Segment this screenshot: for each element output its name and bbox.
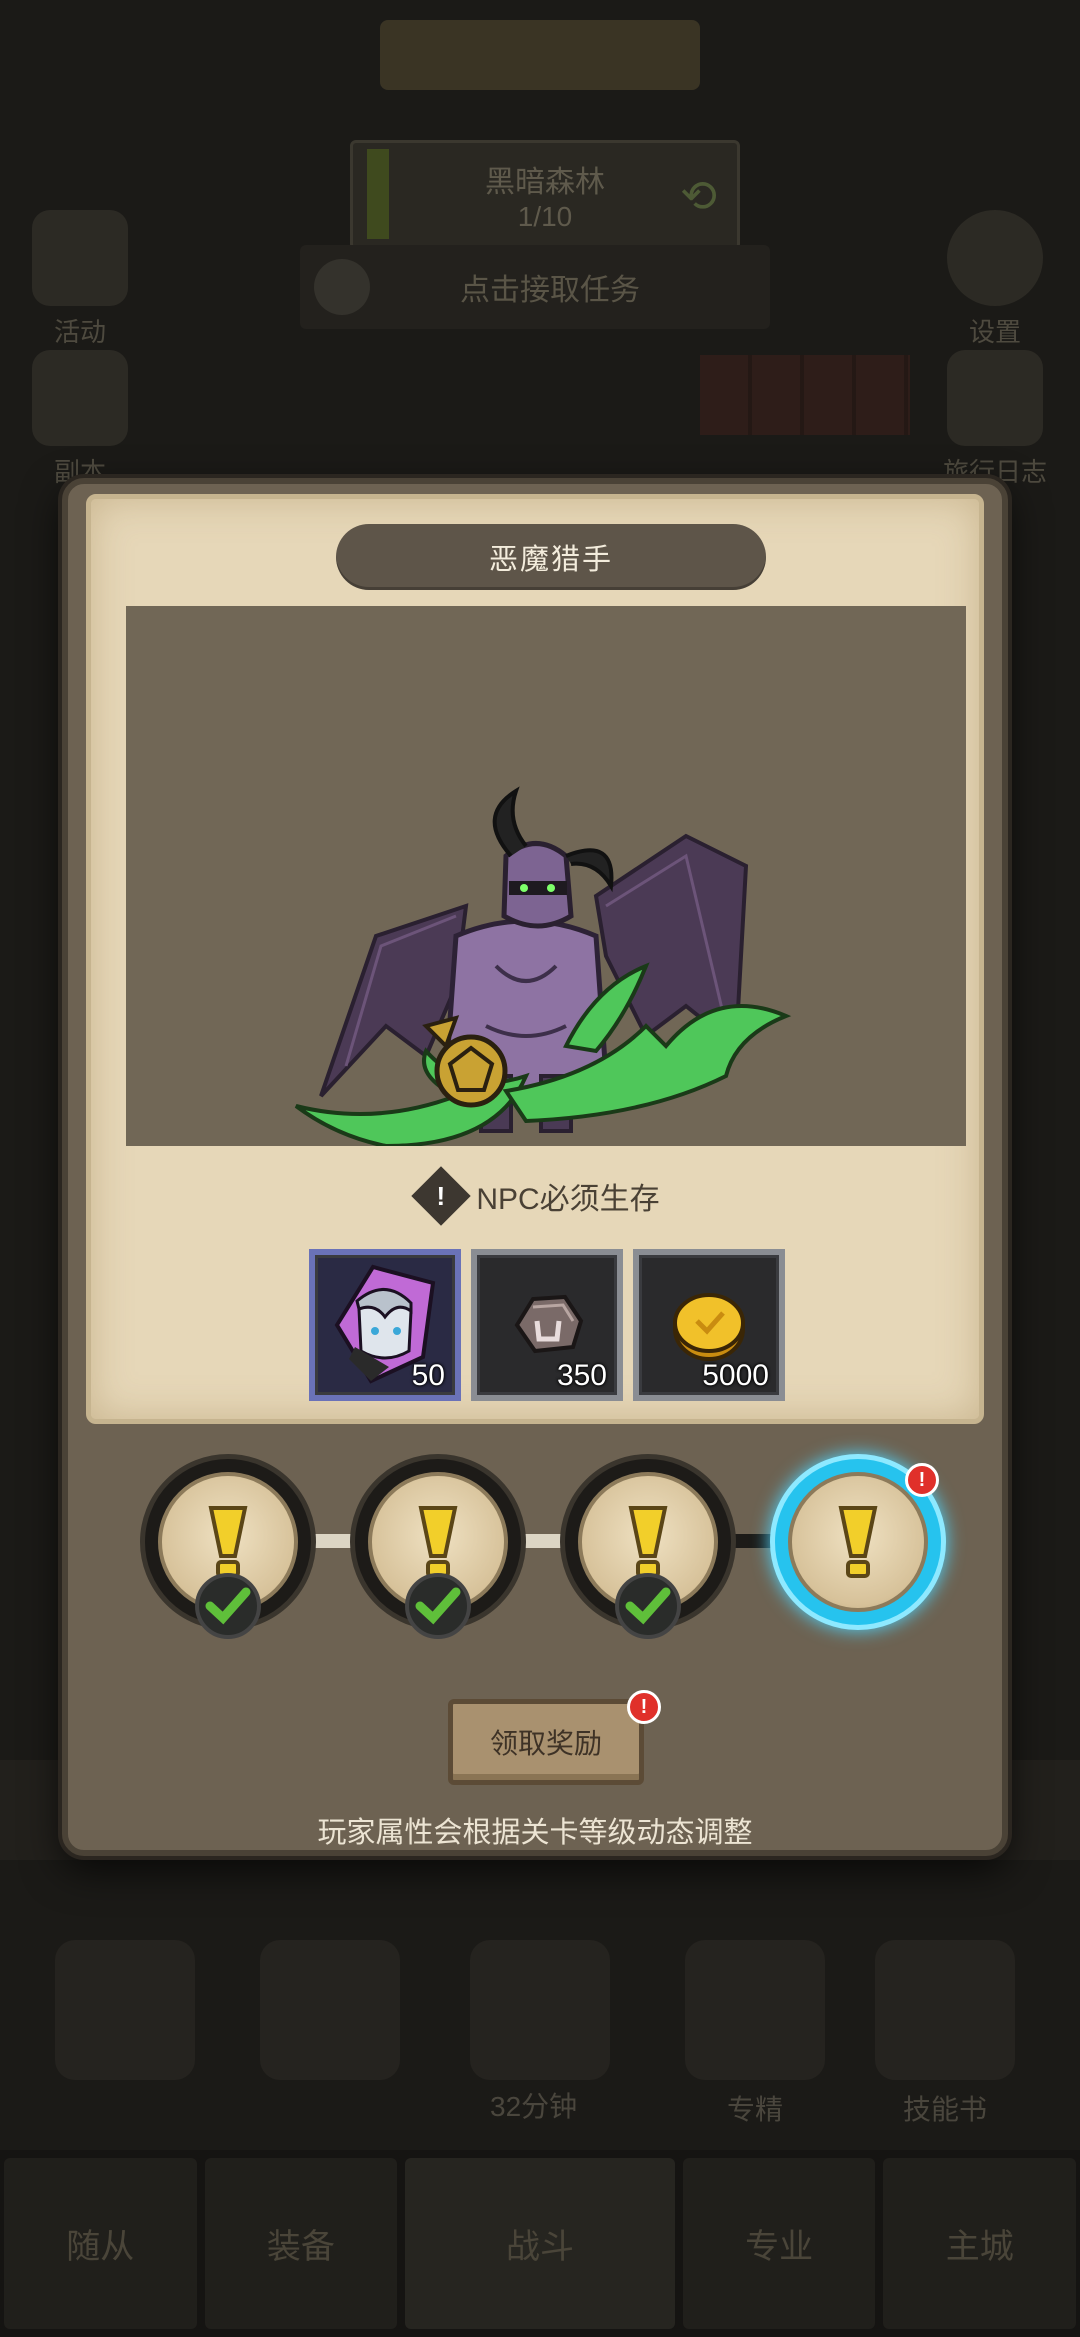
side-label: 活动: [53, 317, 106, 347]
boss-portrait-panel: [126, 606, 966, 1146]
bottom-specialty: 专精: [670, 1940, 840, 2128]
stage-node-2[interactable]: [350, 1454, 526, 1639]
reward-qty: 5000: [702, 1359, 769, 1392]
exclamation-icon: [418, 1506, 458, 1578]
side-button-settings: 设置: [930, 210, 1060, 349]
quest-icon: [314, 259, 370, 315]
quest-bar: 点击接取任务: [300, 245, 770, 329]
dungeon-icon: [32, 350, 128, 446]
nav-tab-profession: 专业: [682, 2158, 876, 2329]
demon-hunter-illustration: [294, 786, 792, 1146]
notification-badge-icon: !: [905, 1463, 939, 1497]
pot-icon: [260, 1940, 400, 2080]
claim-reward-button[interactable]: 领取奖励 !: [448, 1690, 661, 1785]
switch-arrow-icon: ⟲: [680, 172, 717, 221]
stage-selector: 黑暗森林 1/10 ⟲: [350, 140, 740, 250]
bottom-nav: 随从 装备 战斗 专业 主城: [0, 2150, 1080, 2337]
shelf-decoration: [700, 355, 910, 435]
exclamation-icon: [208, 1506, 248, 1578]
stage-progress-bar: [367, 149, 389, 239]
dialog-title: 恶魔猎手: [336, 524, 766, 590]
check-mark-icon: [195, 1573, 261, 1639]
stage-node-4[interactable]: !: [770, 1454, 946, 1630]
notice-text: NPC必须生存: [476, 1183, 660, 1216]
skill-book-icon: [875, 1940, 1015, 2080]
parchment-panel: 恶魔猎手 ! NPC必须生存 50 350 5000: [86, 494, 984, 1424]
side-button-dungeon: 副本: [15, 350, 145, 489]
nav-tab-main-city: 主城: [883, 2158, 1076, 2329]
gear-icon: [947, 210, 1043, 306]
claim-reward-label: 领取奖励: [489, 1728, 602, 1759]
warning-icon: !: [411, 1166, 472, 1226]
npc-survival-notice: ! NPC必须生存: [91, 1166, 989, 1226]
nav-tab-battle: 战斗: [405, 2158, 675, 2329]
side-button-travel-log: 旅行日志: [930, 350, 1060, 489]
quest-dialog: 恶魔猎手 ! NPC必须生存 50 350 5000 ! 领取奖励 ! 玩家属性…: [62, 478, 1008, 1856]
check-mark-icon: [615, 1573, 681, 1639]
reward-item-gold[interactable]: 5000: [633, 1249, 785, 1401]
specialty-label: 专精: [726, 2094, 783, 2125]
stage-node-3[interactable]: [560, 1454, 736, 1639]
bottom-slot-2: [245, 1940, 415, 2088]
forge-icon: [470, 1940, 610, 2080]
exclamation-icon: [838, 1506, 878, 1578]
level-scaling-footnote: 玩家属性会根据关卡等级动态调整: [317, 1817, 753, 1849]
skillbook-label: 技能书: [902, 2094, 987, 2125]
reward-qty: 350: [556, 1359, 607, 1392]
top-banner: [380, 20, 700, 90]
reward-qty: 50: [411, 1359, 445, 1392]
quest-prompt: 点击接取任务: [460, 274, 640, 307]
stage-node-face: [788, 1472, 928, 1612]
calendar-icon: [32, 210, 128, 306]
side-label: 设置: [968, 317, 1021, 347]
side-button-events: 活动: [15, 210, 145, 349]
exclamation-icon: [628, 1506, 668, 1578]
notification-badge-icon: !: [627, 1690, 661, 1724]
bottom-slot-3: [455, 1940, 625, 2088]
nav-tab-followers: 随从: [4, 2158, 197, 2329]
chest-icon: [55, 1940, 195, 2080]
specialty-icon: [685, 1940, 825, 2080]
reward-item-stone[interactable]: 350: [471, 1249, 623, 1401]
book-icon: [947, 350, 1043, 446]
stage-name: 黑暗森林: [485, 166, 605, 199]
bottom-skillbook: 技能书: [860, 1940, 1030, 2128]
reward-list: 50 350 5000: [309, 1249, 785, 1401]
stage-progress: 1/10: [517, 201, 573, 232]
timer: 32分钟: [490, 2091, 578, 2122]
bottom-slot-1: [40, 1940, 210, 2088]
reward-item-hero[interactable]: 50: [309, 1249, 461, 1401]
nav-tab-equipment: 装备: [204, 2158, 398, 2329]
stage-node-1[interactable]: [140, 1454, 316, 1639]
check-mark-icon: [405, 1573, 471, 1639]
